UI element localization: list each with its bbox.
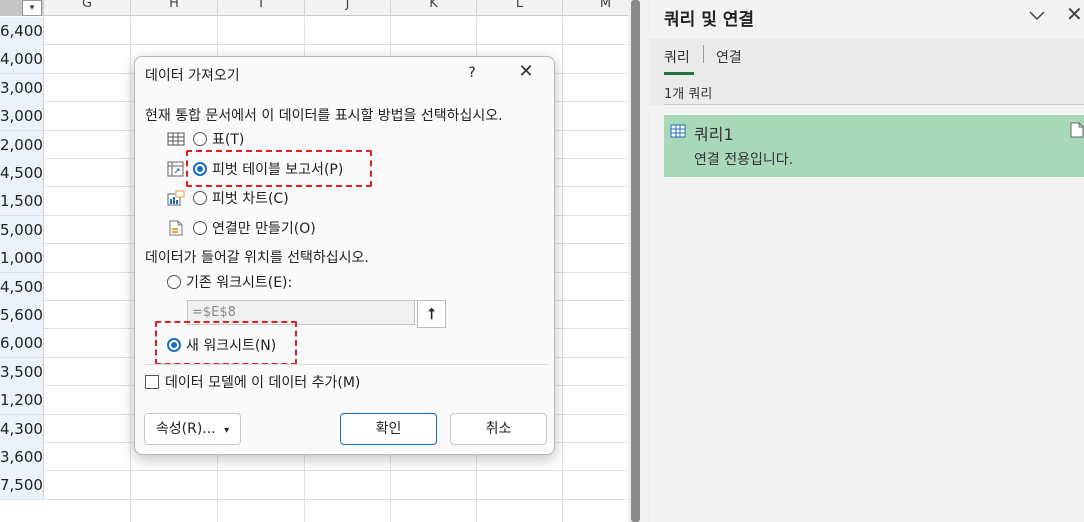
add-to-data-model-option[interactable]: 데이터 모델에 이 데이터 추가(M): [145, 371, 360, 393]
column-header-e[interactable]: ▾: [0, 0, 44, 16]
document-icon: [1070, 122, 1084, 138]
cell-value[interactable]: 5,000: [0, 215, 44, 244]
active-tab-indicator: [664, 72, 694, 75]
cell-value[interactable]: 4,300: [0, 414, 44, 443]
dialog-separator: [145, 364, 548, 365]
option-existing-worksheet-label: 기존 워크시트(E):: [186, 275, 293, 291]
column-header-k[interactable]: K: [391, 0, 477, 16]
option-existing-worksheet[interactable]: 기존 워크시트(E):: [167, 271, 292, 293]
tab-queries[interactable]: 쿼리: [664, 47, 690, 67]
query-count-label: 1개 쿼리: [664, 87, 713, 102]
highlight-box-pivot-table: [186, 150, 372, 187]
highlight-box-new-worksheet: [155, 321, 297, 365]
ok-button[interactable]: 확인: [340, 413, 437, 445]
cell-value[interactable]: 1,500: [0, 187, 44, 216]
pivot-chart-icon: [167, 190, 185, 206]
cell-value[interactable]: 5,600: [0, 301, 44, 329]
chevron-down-icon[interactable]: [1026, 4, 1048, 26]
cell-value[interactable]: 3,500: [0, 357, 44, 386]
pivot-table-icon: [167, 161, 185, 177]
queries-connections-pane: 쿼리 및 연결 ✕ 쿼리 연결 1개 쿼리 쿼리1 연결 전용입니다.: [650, 0, 1084, 522]
connection-only-icon: [167, 220, 185, 236]
tab-connections[interactable]: 연결: [716, 47, 742, 67]
option-pivot-chart-label: 피벗 차트(C): [212, 191, 289, 207]
location-prompt: 데이터가 들어갈 위치를 선택하십시오.: [145, 250, 369, 266]
filter-dropdown-button[interactable]: ▾: [22, 0, 42, 16]
cell-value[interactable]: 2,000: [0, 130, 44, 159]
import-data-dialog: 데이터 가져오기 ? ✕ 현재 통합 문서에서 이 데이터를 표시할 방법을 선…: [134, 56, 555, 455]
collapse-dialog-icon[interactable]: ⭡: [417, 300, 446, 328]
display-prompt: 현재 통합 문서에서 이 데이터를 표시할 방법을 선택하십시오.: [145, 108, 503, 124]
query-description: 연결 전용입니다.: [694, 152, 794, 168]
close-icon[interactable]: ✕: [1066, 2, 1083, 26]
vertical-scrollbar-thumb[interactable]: [631, 0, 640, 522]
column-header-j[interactable]: J: [305, 0, 391, 16]
cell-value[interactable]: 1,200: [0, 386, 44, 415]
close-icon[interactable]: ✕: [515, 61, 537, 83]
chevron-down-icon: ▾: [224, 425, 230, 436]
radio-table[interactable]: [193, 132, 207, 146]
cell-value[interactable]: 6,000: [0, 329, 44, 358]
cell-value[interactable]: 3,000: [0, 73, 44, 102]
pane-title: 쿼리 및 연결: [664, 10, 755, 30]
cell-value[interactable]: 1,000: [0, 244, 44, 273]
cell-value[interactable]: 6,400: [0, 17, 44, 45]
query-item[interactable]: 쿼리1 연결 전용입니다.: [664, 115, 1084, 177]
column-header-l[interactable]: L: [477, 0, 563, 16]
properties-button-label: 속성(R)...: [155, 421, 216, 437]
dialog-title: 데이터 가져오기: [145, 68, 240, 84]
option-pivot-chart[interactable]: 피벗 차트(C): [167, 187, 289, 209]
column-header-i[interactable]: I: [218, 0, 305, 16]
cell-value[interactable]: 3,000: [0, 102, 44, 131]
radio-existing-worksheet[interactable]: [167, 275, 181, 289]
cell-value[interactable]: 4,500: [0, 159, 44, 187]
help-button[interactable]: ?: [465, 65, 479, 81]
query-name: 쿼리1: [694, 125, 734, 144]
pane-tab-bar: 쿼리 연결: [650, 39, 1084, 105]
radio-connection-only[interactable]: [193, 221, 207, 235]
tab-divider: [703, 45, 704, 63]
cell-value[interactable]: 3,600: [0, 443, 44, 471]
properties-button[interactable]: 속성(R)... ▾: [144, 413, 241, 445]
cell-value[interactable]: 7,500: [0, 471, 44, 500]
cell-value[interactable]: 4,000: [0, 45, 44, 74]
column-header-h[interactable]: H: [131, 0, 218, 16]
table-icon: [670, 123, 686, 138]
add-to-data-model-checkbox[interactable]: [145, 375, 159, 389]
option-table[interactable]: 표(T): [167, 128, 244, 150]
column-header-row: ▾ G H I J K L M: [0, 0, 628, 16]
cancel-button[interactable]: 취소: [450, 413, 547, 445]
column-header-m[interactable]: M: [563, 0, 628, 16]
option-table-label: 표(T): [212, 132, 245, 148]
count-separator: [664, 104, 1084, 105]
radio-pivot-chart[interactable]: [193, 191, 207, 205]
option-connection-only[interactable]: 연결만 만들기(O): [167, 217, 316, 239]
column-header-g[interactable]: G: [44, 0, 131, 16]
option-connection-only-label: 연결만 만들기(O): [212, 221, 316, 237]
table-icon: [167, 131, 185, 147]
add-to-data-model-label: 데이터 모델에 이 데이터 추가(M): [165, 375, 361, 391]
cell-value[interactable]: 4,500: [0, 272, 44, 301]
